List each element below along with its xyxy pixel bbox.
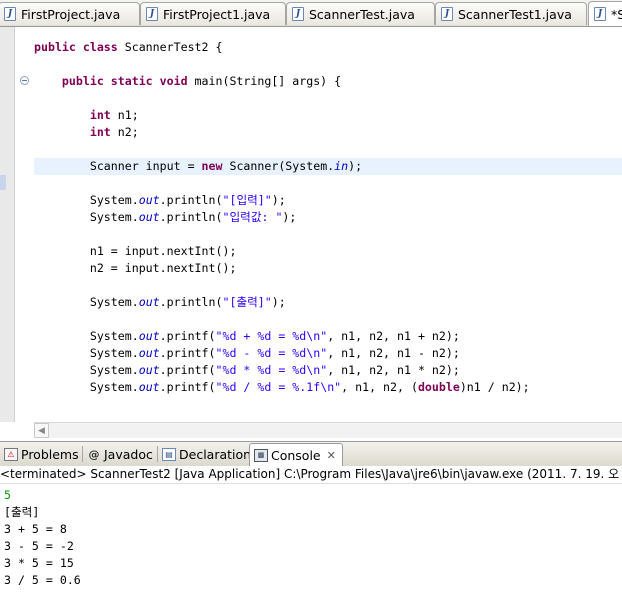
fold-toggle-icon[interactable] — [20, 76, 29, 85]
code-line: int n2; — [89, 125, 139, 139]
code-line: System.out.println("[입력]"); — [89, 193, 286, 207]
tab-separator — [82, 446, 83, 462]
code-area[interactable]: public class ScannerTest2 { public stati… — [34, 39, 622, 396]
code-line: System.out.printf("%d * %d = %d\n", n1, … — [89, 363, 460, 377]
console-line: 3 / 5 = 0.6 — [4, 573, 81, 587]
code-editor[interactable]: public class ScannerTest2 { public stati… — [0, 27, 622, 439]
close-icon[interactable]: ✕ — [327, 449, 336, 462]
tab-declaration[interactable]: ▤ Declaration — [162, 444, 251, 464]
editor-tab-label: FirstProject.java — [21, 6, 121, 22]
editor-tab-scannertest2[interactable]: J *ScannerTest2.java — [588, 1, 622, 26]
console-input-line: 5 — [4, 488, 11, 502]
declaration-icon: ▤ — [162, 447, 176, 461]
horizontal-scrollbar[interactable]: ◀ — [34, 422, 622, 438]
console-line: 3 + 5 = 8 — [4, 522, 67, 536]
code-line: n2 = input.nextInt(); — [89, 261, 237, 275]
editor-tab-firstproject[interactable]: J FirstProject.java — [0, 2, 140, 25]
code-line: System.out.println("입력값: "); — [89, 210, 297, 224]
code-line: public static void main(String[] args) { — [61, 74, 342, 88]
view-tab-bar: ⚠ Problems @ Javadoc ▤ Declaration ▩ Con… — [0, 441, 622, 467]
java-file-icon: J — [441, 7, 453, 21]
java-file-icon: J — [594, 7, 606, 21]
editor-tab-label: FirstProject1.java — [163, 6, 271, 22]
java-file-icon: J — [4, 7, 16, 21]
console-icon: ▩ — [254, 448, 268, 462]
editor-tab-label: *ScannerTest2.java — [611, 6, 622, 22]
console-line: 3 * 5 = 15 — [4, 556, 74, 570]
scroll-left-arrow-icon[interactable]: ◀ — [34, 423, 49, 438]
editor-tab-label: ScannerTest.java — [309, 6, 415, 22]
code-line: System.out.printf("%d / %d = %.1f\n", n1… — [89, 380, 530, 394]
tab-separator — [157, 446, 158, 462]
console-line: 3 - 5 = -2 — [4, 539, 74, 553]
tab-javadoc[interactable]: @ Javadoc — [87, 444, 153, 464]
tab-console[interactable]: ▩ Console ✕ — [249, 443, 343, 466]
code-line: n1 = input.nextInt(); — [89, 244, 237, 258]
java-file-icon: J — [146, 7, 158, 21]
editor-tab-label: ScannerTest1.java — [458, 6, 572, 22]
code-line: int n1; — [89, 108, 139, 122]
java-file-icon: J — [292, 7, 304, 21]
editor-tab-scannertest1[interactable]: J ScannerTest1.java — [435, 2, 587, 25]
code-line: public class ScannerTest2 { — [34, 40, 223, 54]
code-line-current: Scanner input = new Scanner(System.in); — [34, 158, 622, 175]
code-line: System.out.println("[출력]"); — [89, 295, 286, 309]
editor-tab-firstproject1[interactable]: J FirstProject1.java — [140, 2, 286, 25]
current-line-marker — [0, 175, 6, 190]
console-output[interactable]: 5 [출력] 3 + 5 = 8 3 - 5 = -2 3 * 5 = 15 3… — [4, 487, 620, 589]
console-line: [출력] — [4, 505, 40, 519]
problems-icon: ⚠ — [4, 447, 18, 461]
javadoc-at-icon: @ — [88, 447, 100, 461]
editor-tab-bar: J FirstProject.java J FirstProject1.java… — [0, 0, 622, 27]
code-line: System.out.printf("%d + %d = %d\n", n1, … — [89, 329, 460, 343]
tab-problems[interactable]: ⚠ Problems — [4, 444, 79, 464]
console-status: <terminated> ScannerTest2 [Java Applicat… — [0, 466, 622, 484]
code-line: System.out.printf("%d - %d = %d\n", n1, … — [89, 346, 460, 360]
editor-tab-scannertest[interactable]: J ScannerTest.java — [286, 2, 435, 25]
annotation-ruler — [0, 27, 15, 422]
